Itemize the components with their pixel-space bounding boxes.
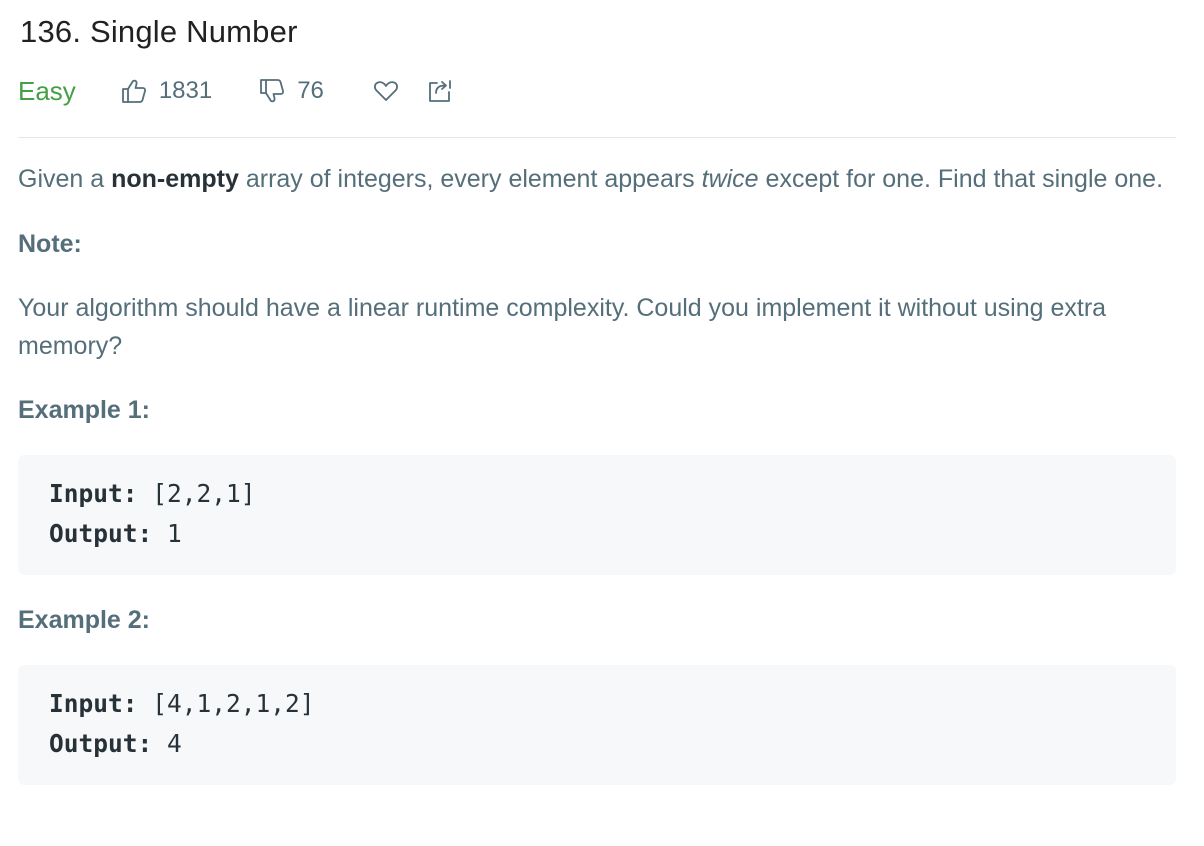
header-divider <box>18 137 1176 138</box>
example-1-label: Example 1: <box>18 396 151 424</box>
input-value: [4,1,2,1,2] <box>137 689 315 718</box>
output-label: Output: <box>49 729 153 758</box>
problem-title: 136. Single Number <box>20 14 298 49</box>
description-paragraph: Given a non-empty array of integers, eve… <box>18 160 1176 198</box>
output-value: 4 <box>152 729 182 758</box>
thumbs-up-icon <box>121 79 146 103</box>
difficulty-badge: Easy <box>18 75 76 106</box>
dislike-button[interactable]: 76 <box>258 77 324 105</box>
example-2-code-block: Input: [4,1,2,1,2] Output: 4 <box>18 665 1176 785</box>
desc-text: except for one. Find that single one. <box>758 165 1164 193</box>
input-value: [2,2,1] <box>137 479 256 508</box>
favorite-button[interactable] <box>372 77 400 105</box>
desc-text: Given a <box>18 165 112 193</box>
desc-italic-text: twice <box>701 165 759 193</box>
example-2-label: Example 2: <box>18 606 151 634</box>
problem-description: Given a non-empty array of integers, eve… <box>18 160 1176 785</box>
problem-meta-bar: Easy 1831 76 <box>18 72 454 110</box>
desc-bold-text: non-empty <box>111 165 239 193</box>
heart-icon <box>373 81 398 101</box>
like-button[interactable]: 1831 <box>120 77 212 105</box>
input-label: Input: <box>49 689 138 718</box>
thumbs-down-icon <box>260 79 285 103</box>
desc-text: array of integers, every element appears <box>238 165 702 193</box>
like-count: 1831 <box>158 77 213 104</box>
share-button[interactable] <box>426 77 454 105</box>
output-value: 1 <box>152 519 182 548</box>
example-1-code-block: Input: [2,2,1] Output: 1 <box>18 455 1176 575</box>
share-icon <box>429 80 451 102</box>
input-label: Input: <box>49 479 138 508</box>
output-label: Output: <box>49 519 153 548</box>
dislike-count: 76 <box>297 77 324 104</box>
note-paragraph: Your algorithm should have a linear runt… <box>18 294 1107 360</box>
note-label: Note: <box>18 230 82 258</box>
